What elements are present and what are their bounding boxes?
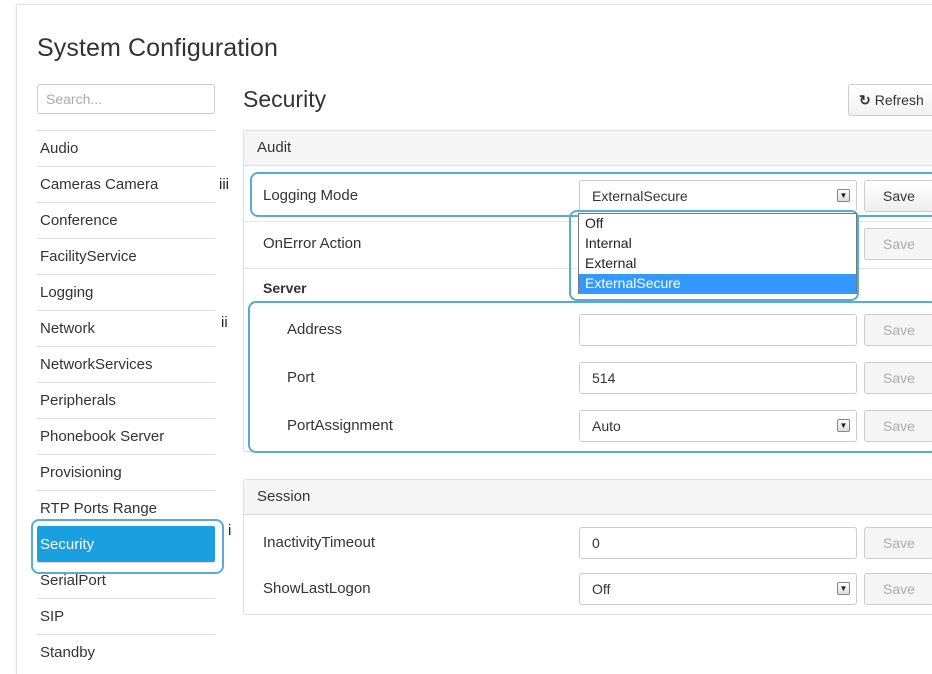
inactivity-timeout-row: InactivityTimeout 0 Save [244, 522, 932, 564]
callout-label-i: i [228, 522, 232, 539]
dropdown-option-externalsecure[interactable]: ExternalSecure [579, 274, 856, 294]
inactivity-timeout-input[interactable]: 0 [579, 527, 857, 559]
section-title: Security [243, 86, 327, 112]
dropdown-option-external[interactable]: External [579, 254, 856, 274]
port-label: Port [287, 369, 315, 386]
chevron-down-icon: ▼ [837, 189, 850, 202]
address-save-button[interactable]: Save [864, 314, 932, 346]
dropdown-option-off[interactable]: Off [579, 214, 856, 234]
port-assignment-label: PortAssignment [287, 417, 393, 434]
port-input[interactable]: 514 [579, 362, 857, 394]
chevron-down-icon: ▼ [837, 419, 850, 432]
port-assignment-value: Auto [592, 418, 621, 434]
search-input[interactable] [37, 84, 215, 114]
logging-mode-label: Logging Mode [263, 187, 359, 204]
sidebar-item-rtp-ports-range[interactable]: RTP Ports Range [37, 490, 215, 526]
sidebar-item-standby[interactable]: Standby [37, 634, 215, 670]
sidebar-item-sip[interactable]: SIP [37, 598, 215, 634]
sidebar-item-networkservices[interactable]: NetworkServices [37, 346, 215, 382]
sidebar-item-audio[interactable]: Audio [37, 130, 215, 166]
sidebar-item-logging[interactable]: Logging [37, 274, 215, 310]
inactivity-timeout-label: InactivityTimeout [263, 534, 375, 551]
sidebar-item-security[interactable]: Security [37, 526, 215, 562]
port-save-button[interactable]: Save [864, 362, 932, 394]
dropdown-option-internal[interactable]: Internal [579, 234, 856, 254]
server-heading: Server [263, 280, 307, 296]
onerror-action-label: OnError Action [263, 235, 362, 252]
refresh-button[interactable]: ↻ Refresh [848, 84, 932, 116]
sidebar-item-phonebook-server[interactable]: Phonebook Server [37, 418, 215, 454]
port-assignment-save-button[interactable]: Save [864, 410, 932, 442]
show-last-logon-save-button[interactable]: Save [864, 573, 932, 605]
session-panel: Session InactivityTimeout 0 Save ShowLas… [243, 479, 932, 615]
sidebar-item-network[interactable]: Network [37, 310, 215, 346]
port-assignment-row: PortAssignment Auto ▼ Save [244, 405, 932, 447]
logging-mode-value: ExternalSecure [592, 188, 688, 204]
sidebar-item-serialport[interactable]: SerialPort [37, 562, 215, 598]
show-last-logon-row: ShowLastLogon Off ▼ Save [244, 568, 932, 610]
logging-mode-dropdown[interactable]: Off Internal External ExternalSecure [578, 213, 857, 294]
show-last-logon-value: Off [592, 581, 611, 597]
session-heading: Session [244, 480, 932, 515]
sidebar-item-facilityservice[interactable]: FacilityService [37, 238, 215, 274]
address-input[interactable] [579, 314, 857, 346]
callout-label-ii: ii [221, 314, 228, 331]
audit-heading: Audit [244, 131, 932, 166]
inactivity-timeout-save-button[interactable]: Save [864, 527, 932, 559]
sidebar-item-conference[interactable]: Conference [37, 202, 215, 238]
sidebar-item-peripherals[interactable]: Peripherals [37, 382, 215, 418]
sidebar-item-cameras[interactable]: Cameras Camera [37, 166, 215, 202]
logging-mode-select[interactable]: ExternalSecure ▼ [579, 180, 857, 212]
logging-mode-save-button[interactable]: Save [864, 180, 932, 212]
chevron-down-icon: ▼ [837, 582, 850, 595]
refresh-label: Refresh [874, 92, 924, 108]
address-label: Address [287, 321, 343, 338]
logging-mode-row: Logging Mode ExternalSecure ▼ Save [244, 175, 932, 217]
onerror-action-save-button[interactable]: Save [864, 228, 932, 260]
port-assignment-select[interactable]: Auto ▼ [579, 410, 857, 442]
page-title: System Configuration [37, 34, 279, 62]
sidebar-item-provisioning[interactable]: Provisioning [37, 454, 215, 490]
refresh-icon: ↻ [859, 92, 871, 108]
callout-label-iii: iii [219, 176, 229, 193]
sidebar: Audio Cameras Camera Conference Facility… [37, 130, 215, 670]
port-row: Port 514 Save [244, 357, 932, 399]
address-row: Address Save [244, 309, 932, 351]
show-last-logon-label: ShowLastLogon [263, 580, 371, 597]
show-last-logon-select[interactable]: Off ▼ [579, 573, 857, 605]
